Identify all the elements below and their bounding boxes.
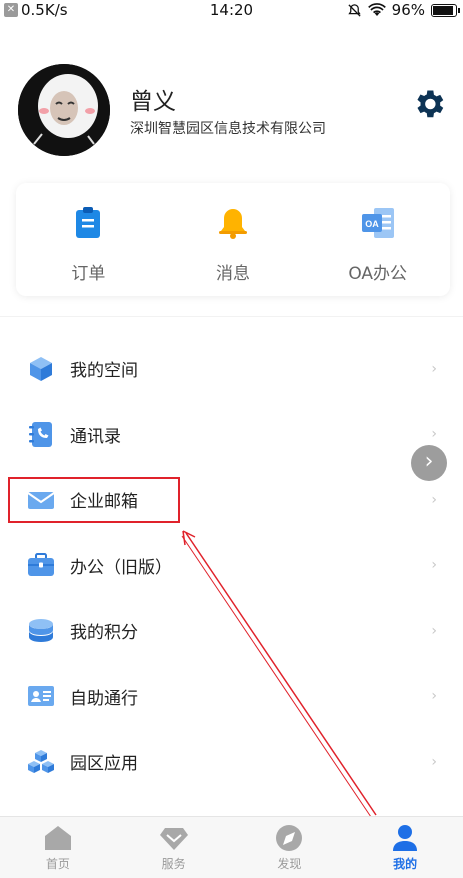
avatar[interactable] bbox=[18, 64, 110, 156]
chevron-right-icon: › bbox=[431, 360, 437, 377]
company-name: 深圳智慧园区信息技术有限公司 bbox=[130, 121, 326, 137]
quick-action-label: 消息 bbox=[216, 264, 250, 284]
coins-icon bbox=[29, 618, 53, 642]
battery-icon bbox=[431, 3, 460, 17]
chevron-right-icon: › bbox=[431, 753, 437, 770]
bell-icon bbox=[219, 209, 247, 239]
menu-item-self-pass[interactable]: 自助通行 › bbox=[0, 664, 463, 730]
menu-item-label: 园区应用 bbox=[70, 754, 138, 775]
quick-action-messages[interactable]: 消息 bbox=[161, 183, 306, 296]
cube-icon bbox=[30, 356, 52, 381]
bottom-tab-bar: 首页 服务 发现 我的 bbox=[0, 816, 463, 878]
briefcase-icon bbox=[28, 553, 54, 577]
menu-item-points[interactable]: 我的积分 › bbox=[0, 598, 463, 664]
id-card-icon bbox=[28, 686, 54, 707]
highlight-box-mail bbox=[8, 477, 180, 523]
contacts-icon bbox=[29, 422, 52, 448]
menu-item-my-space[interactable]: 我的空间 › bbox=[0, 336, 463, 402]
battery-percent: 96% bbox=[391, 1, 425, 19]
mute-bell-icon bbox=[347, 3, 361, 17]
menu-item-park-apps[interactable]: 园区应用 › bbox=[0, 729, 463, 795]
tab-mine[interactable]: 我的 bbox=[347, 817, 463, 878]
chevron-right-icon: › bbox=[431, 688, 437, 705]
oa-icon: OA bbox=[361, 208, 394, 238]
tab-label: 发现 bbox=[277, 857, 302, 871]
chevron-right-icon: › bbox=[431, 557, 437, 574]
clipboard-icon bbox=[76, 207, 101, 238]
chevron-right-icon: › bbox=[431, 491, 437, 508]
quick-action-label: OA办公 bbox=[348, 264, 408, 284]
tab-home[interactable]: 首页 bbox=[0, 817, 116, 878]
user-name: 曾义 bbox=[130, 89, 176, 115]
home-icon bbox=[44, 826, 71, 850]
quick-actions-card: 订单 消息 OA OA办公 bbox=[16, 183, 450, 296]
diamond-icon bbox=[159, 828, 188, 850]
svg-text:OA: OA bbox=[365, 219, 379, 229]
chevron-right-icon: › bbox=[431, 622, 437, 639]
tab-label: 首页 bbox=[45, 857, 70, 871]
profile-header: 曾义 深圳智慧园区信息技术有限公司 bbox=[18, 62, 447, 156]
wifi-icon bbox=[367, 3, 386, 16]
menu-item-label: 办公（旧版） bbox=[70, 557, 172, 578]
quick-action-label: 订单 bbox=[71, 264, 106, 284]
settings-menu: 我的空间 › 通讯录 › 企业邮箱 › 办公（旧版） › 我的积分 › 自助通行… bbox=[0, 336, 463, 795]
divider bbox=[0, 316, 463, 317]
person-icon bbox=[393, 825, 418, 851]
chevron-right-icon: › bbox=[431, 426, 437, 443]
menu-item-label: 我的空间 bbox=[70, 361, 138, 382]
menu-item-contacts[interactable]: 通讯录 › bbox=[0, 402, 463, 468]
floating-next-button[interactable]: › bbox=[411, 445, 447, 481]
avatar-image bbox=[18, 64, 110, 156]
boxes-icon bbox=[28, 749, 54, 773]
quick-action-oa[interactable]: OA OA办公 bbox=[305, 183, 450, 296]
tab-label: 我的 bbox=[393, 857, 418, 871]
menu-item-label: 我的积分 bbox=[70, 623, 138, 644]
gear-icon[interactable] bbox=[411, 86, 447, 122]
menu-item-label: 自助通行 bbox=[70, 688, 138, 709]
tab-services[interactable]: 服务 bbox=[116, 817, 232, 878]
status-bar: ✕ 0.5K/s 14:20 96% bbox=[0, 0, 463, 22]
tab-discover[interactable]: 发现 bbox=[232, 817, 348, 878]
tab-label: 服务 bbox=[161, 857, 186, 871]
compass-icon bbox=[276, 825, 303, 851]
quick-action-orders[interactable]: 订单 bbox=[16, 183, 161, 296]
menu-item-office-legacy[interactable]: 办公（旧版） › bbox=[0, 533, 463, 599]
menu-item-label: 通讯录 bbox=[70, 426, 121, 447]
